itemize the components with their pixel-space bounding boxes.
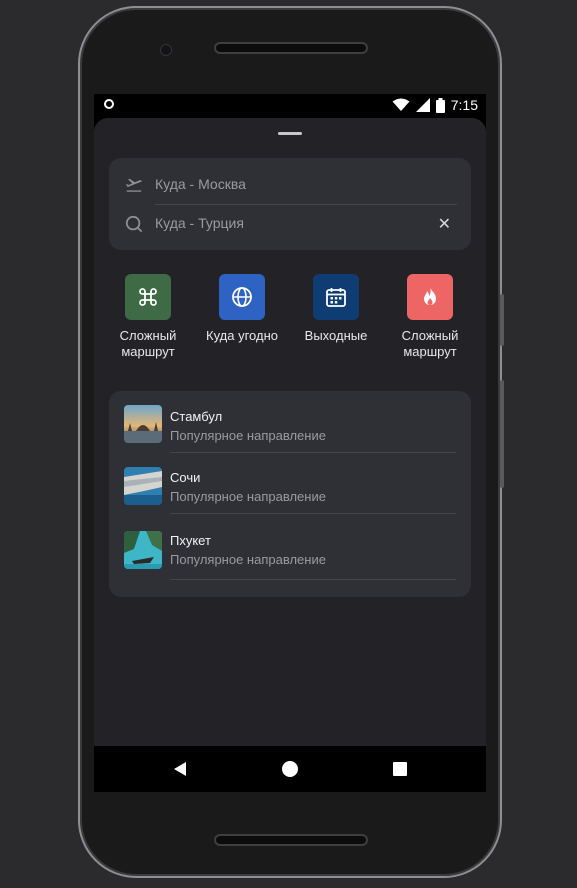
istanbul-thumbnail bbox=[124, 405, 162, 443]
airplane-icon bbox=[125, 178, 143, 192]
clear-icon[interactable]: ✕ bbox=[438, 214, 451, 233]
status-time: 7:15 bbox=[450, 97, 478, 113]
notification-icon bbox=[104, 99, 114, 109]
wifi-icon bbox=[392, 98, 410, 111]
from-field[interactable]: Куда - Москва bbox=[109, 165, 471, 205]
quick-action-weekend[interactable]: Выходные bbox=[290, 274, 382, 344]
list-item[interactable]: Пхукет Популярное направление bbox=[109, 515, 471, 580]
signal-icon bbox=[415, 98, 430, 112]
list-divider bbox=[170, 579, 456, 580]
destination-subtitle: Популярное направление bbox=[170, 489, 326, 504]
quick-action-label: маршрут bbox=[403, 344, 457, 359]
sheet-grabber[interactable] bbox=[278, 132, 302, 135]
quick-action-label: Сложный bbox=[401, 328, 459, 343]
home-icon[interactable] bbox=[282, 761, 298, 777]
popular-destinations: Стамбул Популярное направление Сочи Попу… bbox=[109, 391, 471, 597]
earpiece-speaker bbox=[214, 42, 368, 54]
recents-icon[interactable] bbox=[393, 762, 407, 776]
from-field-text: Куда - Москва bbox=[155, 176, 246, 192]
quick-actions: Сложный маршрут Куда угодно Выходные Сло… bbox=[94, 274, 486, 374]
list-divider bbox=[170, 513, 456, 514]
flame-icon bbox=[407, 274, 453, 320]
front-camera bbox=[160, 44, 172, 56]
status-bar: 7:15 bbox=[94, 94, 486, 118]
to-field-text: Куда - Турция bbox=[155, 215, 244, 231]
quick-action-label: Сложный bbox=[119, 328, 177, 343]
to-field[interactable]: Куда - Турция ✕ bbox=[109, 204, 471, 244]
globe-icon bbox=[219, 274, 265, 320]
device-screen: 7:15 Куда - Москва Куда - Турция ✕ Сложн… bbox=[94, 94, 486, 792]
quick-action-complex-route[interactable]: Сложный маршрут bbox=[102, 274, 194, 360]
phuket-thumbnail bbox=[124, 531, 162, 569]
battery-icon bbox=[435, 97, 445, 113]
list-item[interactable]: Стамбул Популярное направление bbox=[109, 391, 471, 453]
bottom-speaker bbox=[214, 834, 368, 846]
quick-action-label: маршрут bbox=[121, 344, 175, 359]
destination-name: Сочи bbox=[170, 470, 201, 485]
destination-subtitle: Популярное направление bbox=[170, 428, 326, 443]
back-icon[interactable] bbox=[173, 761, 187, 777]
quick-action-label: Выходные bbox=[304, 328, 368, 343]
quick-action-anywhere[interactable]: Куда угодно bbox=[196, 274, 288, 344]
destination-name: Пхукет bbox=[170, 533, 211, 548]
bottom-sheet: Куда - Москва Куда - Турция ✕ Сложный ма… bbox=[94, 118, 486, 746]
destination-name: Стамбул bbox=[170, 409, 223, 424]
sochi-thumbnail bbox=[124, 467, 162, 505]
command-icon bbox=[125, 274, 171, 320]
volume-button bbox=[500, 380, 504, 488]
quick-action-complex-route-hot[interactable]: Сложный маршрут bbox=[384, 274, 476, 360]
power-button bbox=[500, 294, 504, 346]
destination-subtitle: Популярное направление bbox=[170, 552, 326, 567]
search-icon bbox=[125, 215, 143, 233]
calendar-icon bbox=[313, 274, 359, 320]
quick-action-label: Куда угодно bbox=[206, 328, 278, 343]
system-nav-bar bbox=[94, 746, 486, 792]
search-card: Куда - Москва Куда - Турция ✕ bbox=[109, 158, 471, 250]
list-item[interactable]: Сочи Популярное направление bbox=[109, 453, 471, 515]
